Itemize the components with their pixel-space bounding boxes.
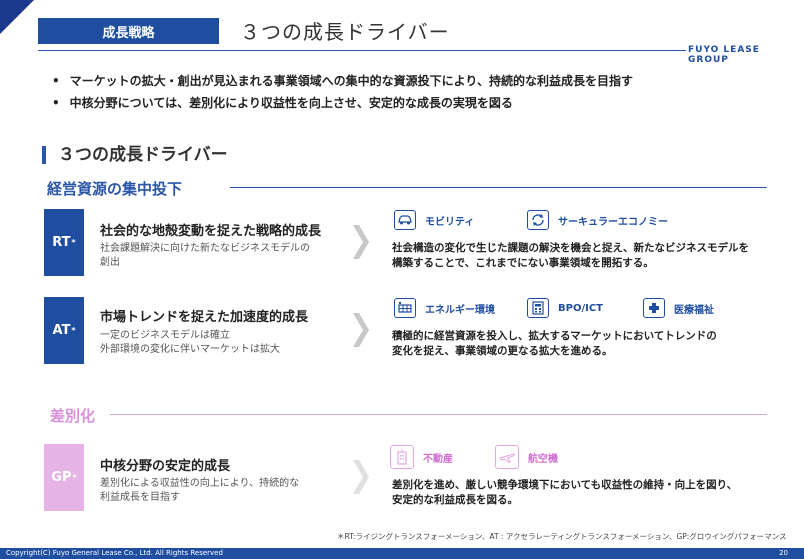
tag-label: 不動産 <box>423 453 453 465</box>
copyright: Copyright(C) Fuyo General Lease Co., Ltd… <box>6 549 223 557</box>
category-divider <box>230 187 767 188</box>
badge-mark: * <box>72 473 77 482</box>
tag-energy-environment: エネルギー環境 <box>394 298 495 318</box>
driver-subtitle: 社会課題解決に向けた新たなビジネスモデルの 創出 <box>100 242 310 270</box>
tag-label: エネルギー環境 <box>425 304 495 316</box>
badge-gp: GP * <box>44 444 84 511</box>
driver-title: 社会的な地殻変動を捉えた戦略的成長 <box>100 224 322 239</box>
bullet-item: 中核分野については、差別化により収益性を向上させ、安定的な成長の実現を図る <box>52 92 633 114</box>
tag-real-estate: 不動産 <box>390 445 453 469</box>
badge-at: AT * <box>44 297 84 364</box>
bullet-item: マーケットの拡大・創出が見込まれる事業領域への集中的な資源投下により、持続的な利… <box>52 70 633 92</box>
driver-description-line: 構築することで、これまでにない事業領域を開拓する。 <box>392 257 654 269</box>
solar-panel-icon <box>394 298 416 318</box>
driver-subtitle-line: 社会課題解決に向けた新たなビジネスモデルの <box>100 243 310 254</box>
tag-circular-economy: サーキュラーエコノミー <box>527 210 668 230</box>
driver-subtitle-line: 差別化による収益性の向上により、持続的な <box>100 478 300 489</box>
bullet-list: マーケットの拡大・創出が見込まれる事業領域への集中的な資源投下により、持続的な利… <box>52 70 633 114</box>
badge-mark: * <box>71 326 76 335</box>
brand-logo: FUYO LEASE GROUP <box>688 45 760 65</box>
badge-label: AT <box>52 323 71 338</box>
driver-description-line: 変化を捉え、事業領域の更なる拡大を進める。 <box>392 345 613 357</box>
driver-description: 積極的に経営資源を投入し、拡大するマーケットにおいてトレンドの 変化を捉え、事業… <box>392 329 717 359</box>
driver-subtitle-line: 一定のビジネスモデルは確立 <box>100 330 230 341</box>
tag-label: サーキュラーエコノミー <box>558 216 668 228</box>
driver-subtitle-line: 利益成長を目指す <box>100 492 180 503</box>
driver-description: 社会構造の変化で生じた課題の解決を機会と捉え、新たなビジネスモデルを 構築するこ… <box>392 241 749 271</box>
drivers-heading: ３つの成長ドライバー <box>42 146 228 164</box>
chevron-right-icon <box>353 313 369 347</box>
driver-description: 差別化を進め、厳しい競争環境下においても収益性の維持・向上を図り、 安定的な利益… <box>392 478 737 508</box>
airplane-icon <box>495 445 519 469</box>
driver-description-line: 積極的に経営資源を投入し、拡大するマーケットにおいてトレンドの <box>392 330 717 342</box>
title-divider <box>38 50 686 51</box>
tag-label: BPO/ICT <box>558 302 603 314</box>
tag-label: 航空機 <box>528 453 558 465</box>
driver-description-line: 差別化を進め、厳しい競争環境下においても収益性の維持・向上を図り、 <box>392 479 738 491</box>
category-concentration: 経営資源の集中投下 <box>47 180 183 198</box>
page-title: ３つの成長ドライバー <box>240 20 450 44</box>
driver-description-line: 社会構造の変化で生じた課題の解決を機会と捉え、新たなビジネスモデルを <box>392 242 749 254</box>
tag-bpo-ict: BPO/ICT <box>527 298 603 318</box>
driver-title: 市場トレンドを捉えた加速度的成長 <box>100 310 309 325</box>
badge-label: RT <box>52 235 71 250</box>
chevron-right-icon <box>353 225 369 259</box>
tag-label: 医療福祉 <box>674 304 714 316</box>
calculator-icon <box>527 298 549 318</box>
tag-aircraft: 航空機 <box>495 445 558 469</box>
driver-subtitle-line: 創出 <box>100 257 120 268</box>
medical-icon <box>643 298 665 318</box>
page-number: 20 <box>779 549 788 557</box>
chevron-right-icon <box>353 460 369 494</box>
driver-subtitle: 一定のビジネスモデルは確立 外部環境の変化に伴いマーケットは拡大 <box>100 329 280 357</box>
section-tag: 成長戦略 <box>38 18 219 44</box>
badge-label: GP <box>51 470 72 485</box>
badge-rt: RT * <box>44 209 84 276</box>
footnote: ＊RT:ライジングトランスフォーメーション、AT : アクセラレーティングトラン… <box>337 532 787 541</box>
tag-medical-welfare: 医療福祉 <box>643 298 714 318</box>
driver-subtitle: 差別化による収益性の向上により、持続的な 利益成長を目指す <box>100 477 299 505</box>
corner-decoration <box>0 0 34 34</box>
car-icon <box>394 210 416 230</box>
driver-title: 中核分野の安定的成長 <box>100 459 231 474</box>
badge-mark: * <box>71 238 76 247</box>
recycle-icon <box>527 210 549 230</box>
driver-subtitle-line: 外部環境の変化に伴いマーケットは拡大 <box>100 344 280 355</box>
tag-label: モビリティ <box>425 216 475 228</box>
driver-description-line: 安定的な利益成長を図る。 <box>392 494 518 506</box>
building-icon <box>390 445 414 469</box>
category-differentiation: 差別化 <box>50 407 96 425</box>
tag-mobility: モビリティ <box>394 210 474 230</box>
category-divider <box>110 414 767 415</box>
